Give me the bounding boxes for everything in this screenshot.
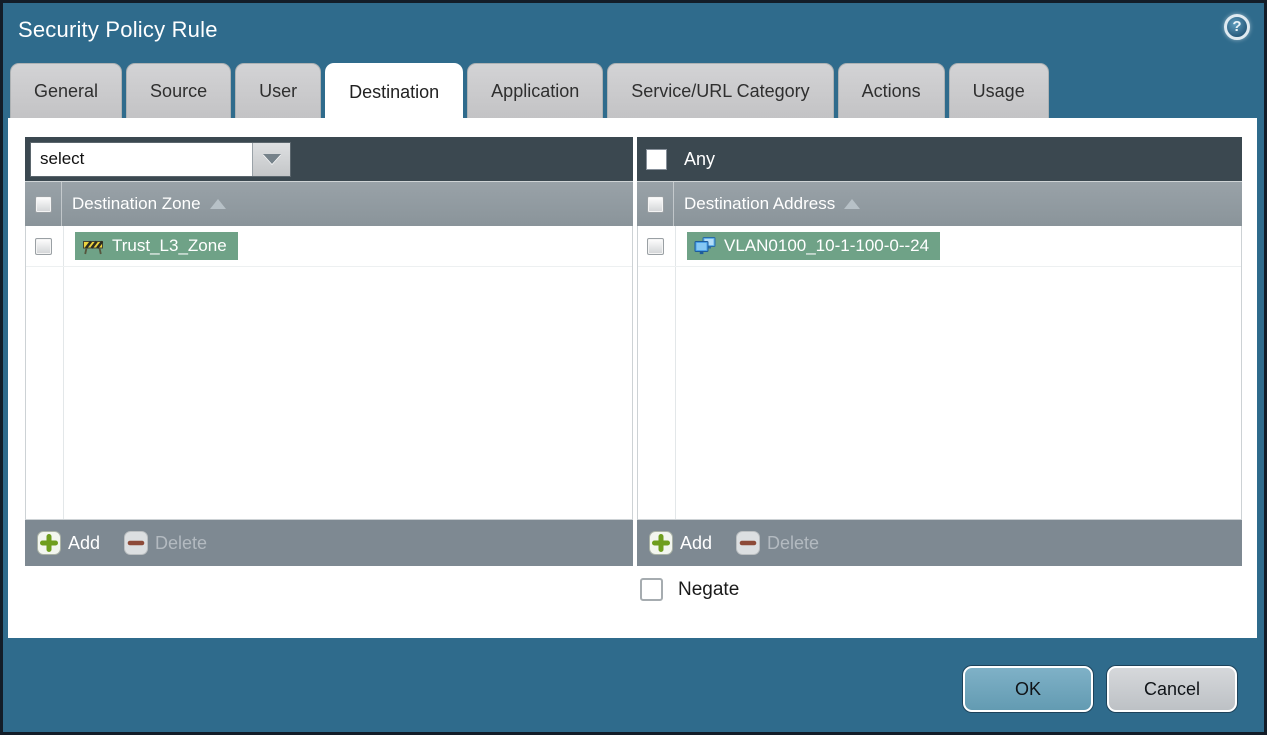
- tab-general[interactable]: General: [10, 63, 123, 118]
- destination-address-panel: Any Destination Address VLAN0100_10-1-10…: [637, 137, 1242, 566]
- any-checkbox[interactable]: [646, 148, 667, 170]
- security-policy-rule-dialog: Security Policy Rule ? General Source Us…: [0, 0, 1267, 735]
- chevron-down-icon: [262, 154, 281, 164]
- address-add-button[interactable]: Add: [649, 531, 712, 555]
- zone-select-dropdown-button[interactable]: [252, 142, 290, 176]
- address-delete-button[interactable]: Delete: [736, 531, 819, 555]
- zone-rows-area: Trust_L3_Zone: [25, 226, 633, 520]
- plus-icon: [649, 531, 673, 555]
- sort-ascending-icon: [844, 199, 861, 209]
- zone-item-trust-l3-zone[interactable]: Trust_L3_Zone: [75, 232, 238, 260]
- address-rows-area: VLAN0100_10-1-100-0--24: [637, 226, 1242, 520]
- table-row[interactable]: VLAN0100_10-1-100-0--24: [638, 226, 1241, 267]
- address-column-header: Destination Address: [637, 181, 1242, 226]
- zone-row-checkbox[interactable]: [35, 237, 52, 255]
- negate-label: Negate: [678, 578, 740, 600]
- address-any-bar: Any: [637, 137, 1242, 181]
- zone-delete-button[interactable]: Delete: [124, 531, 207, 555]
- tab-bar: General Source User Destination Applicat…: [10, 63, 1053, 121]
- address-row-checkbox[interactable]: [647, 237, 664, 255]
- minus-icon: [736, 531, 761, 555]
- plus-icon: [37, 531, 61, 555]
- tab-actions[interactable]: Actions: [837, 63, 945, 118]
- tab-destination[interactable]: Destination: [325, 63, 464, 121]
- zone-icon: [83, 240, 104, 254]
- tab-application[interactable]: Application: [467, 63, 604, 118]
- dialog-title: Security Policy Rule: [18, 17, 218, 42]
- address-item-label: VLAN0100_10-1-100-0--24: [724, 236, 930, 255]
- any-label: Any: [684, 148, 716, 169]
- tab-source[interactable]: Source: [126, 63, 232, 118]
- zone-panel-toolbar: Add Delete: [25, 520, 633, 566]
- negate-row: Negate: [640, 578, 739, 601]
- negate-checkbox[interactable]: [640, 578, 663, 601]
- destination-tab-content: select Destination Zone Trust_L3_Zone Ad…: [8, 118, 1257, 638]
- minus-icon: [124, 531, 149, 555]
- address-select-all-checkbox[interactable]: [646, 195, 664, 213]
- tab-service-url-category[interactable]: Service/URL Category: [607, 63, 834, 118]
- zone-select-all-checkbox[interactable]: [34, 195, 52, 213]
- address-column-title[interactable]: Destination Address: [684, 194, 861, 214]
- destination-zone-panel: select Destination Zone Trust_L3_Zone Ad…: [25, 137, 633, 566]
- ok-button[interactable]: OK: [963, 666, 1093, 712]
- zone-select-value[interactable]: select: [31, 142, 252, 176]
- network-icon: [694, 237, 716, 255]
- zone-column-header: Destination Zone: [25, 181, 633, 226]
- table-row[interactable]: Trust_L3_Zone: [26, 226, 632, 267]
- zone-item-label: Trust_L3_Zone: [112, 236, 227, 255]
- help-icon[interactable]: ?: [1224, 14, 1250, 40]
- zone-filter-bar: select: [25, 137, 633, 181]
- zone-column-title[interactable]: Destination Zone: [72, 194, 226, 214]
- address-panel-toolbar: Add Delete: [637, 520, 1242, 566]
- tab-user[interactable]: User: [235, 63, 322, 118]
- tab-usage[interactable]: Usage: [948, 63, 1049, 118]
- zone-add-button[interactable]: Add: [37, 531, 100, 555]
- sort-ascending-icon: [209, 199, 226, 209]
- address-item-vlan0100[interactable]: VLAN0100_10-1-100-0--24: [687, 232, 941, 260]
- zone-select-control[interactable]: select: [30, 141, 291, 177]
- cancel-button[interactable]: Cancel: [1107, 666, 1237, 712]
